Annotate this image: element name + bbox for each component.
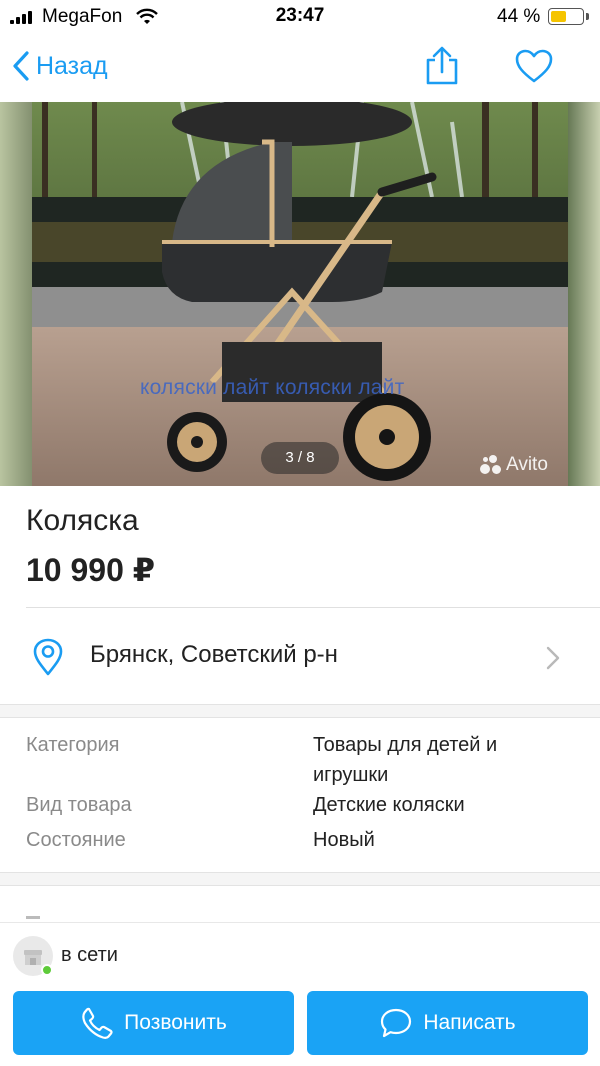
param-value-type: Детские коляски [313, 794, 465, 816]
chevron-right-icon [546, 646, 560, 670]
favorite-button[interactable] [514, 48, 554, 89]
section-separator [0, 704, 600, 718]
location-row[interactable]: Брянск, Советский р-н [0, 608, 600, 704]
avito-dots-icon [480, 455, 502, 475]
section-separator [0, 872, 600, 886]
params-list: Категория Товары для детей и игрушки Вид… [0, 718, 600, 873]
param-label-condition: Состояние [26, 829, 126, 851]
avito-logo: Avito [480, 454, 548, 476]
nav-bar: Назад [0, 34, 600, 102]
param-label-type: Вид товара [26, 794, 132, 816]
share-icon [426, 46, 458, 85]
phone-icon [82, 1007, 113, 1039]
share-button[interactable] [424, 46, 460, 91]
location-pin-icon [33, 638, 63, 676]
chat-bubble-icon [381, 1008, 412, 1038]
photo-gallery[interactable]: коляски лайт коляски лайт 3 / 8 Avito [0, 102, 600, 486]
chevron-left-icon [13, 51, 29, 81]
online-indicator [41, 964, 53, 976]
back-button[interactable]: Назад [12, 50, 108, 82]
battery-cap [586, 13, 589, 20]
battery-icon [548, 8, 584, 25]
param-value-condition: Новый [313, 829, 375, 851]
call-button[interactable]: Позвонить [13, 991, 294, 1055]
write-button[interactable]: Написать [307, 991, 588, 1055]
listing-price: 10 990 ₽ [26, 552, 156, 588]
param-label-category: Категория [26, 734, 120, 756]
status-bar: MegaFon 23:47 44 % [0, 0, 600, 34]
back-label: Назад [36, 51, 108, 80]
param-value-category: Товары для детей и игрушки [313, 734, 498, 786]
battery-percent: 44 % [497, 6, 541, 27]
heart-icon [515, 49, 553, 83]
photo-pager: 3 / 8 [261, 442, 339, 474]
location-text: Брянск, Советский р-н [90, 641, 338, 668]
write-label: Написать [423, 1011, 516, 1034]
online-status: в сети [61, 944, 118, 966]
listing-title: Коляска [26, 504, 139, 537]
avito-brand: Avito [506, 454, 548, 475]
photo-watermark: коляски лайт коляски лайт [140, 376, 405, 399]
call-label: Позвонить [124, 1011, 227, 1034]
contact-bar: в сети Позвонить Написать [0, 922, 600, 1066]
stroller-photo [32, 102, 568, 486]
